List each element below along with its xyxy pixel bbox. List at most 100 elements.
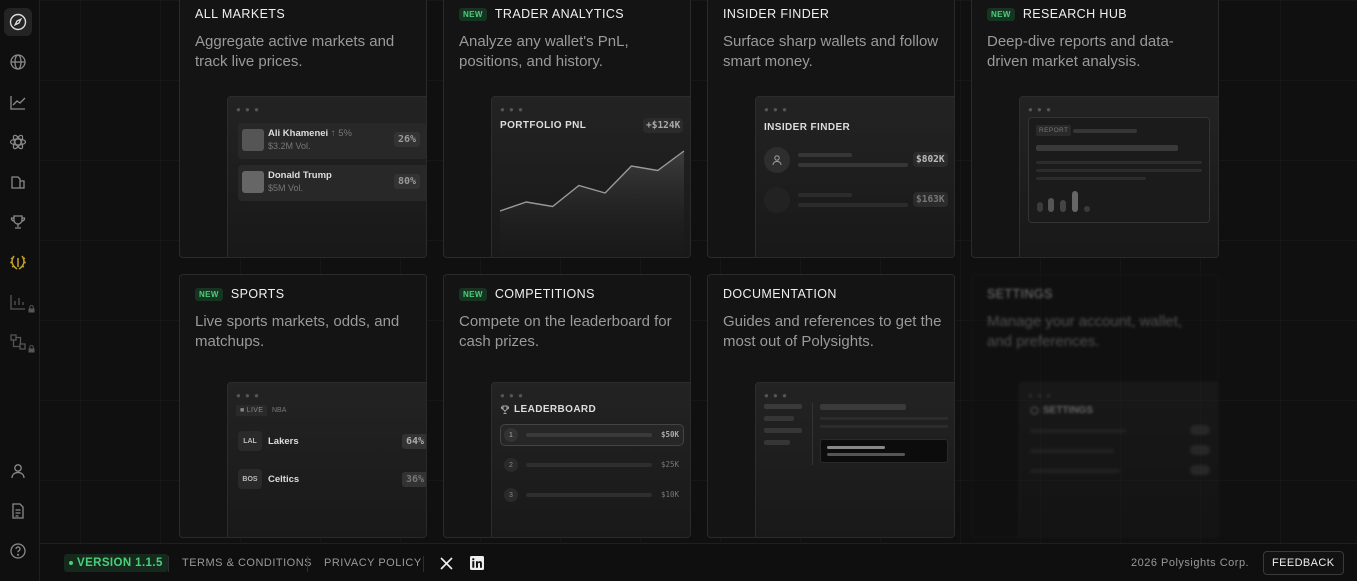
- insider-preview: ● ● ● INSIDER FINDER $802K $163K: [755, 96, 954, 257]
- mini-bar: [1072, 191, 1078, 212]
- version-text: VERSION 1.1.5: [77, 557, 163, 569]
- leaderboard-row: 3 $10K: [500, 484, 684, 506]
- code-line: [827, 446, 885, 449]
- placeholder-line: [526, 433, 652, 437]
- code-block: [820, 439, 948, 463]
- mini-bar: [1037, 202, 1043, 212]
- market-row: Ali Khamenei ↑ 5% $3.2M Vol. 26%: [238, 123, 426, 159]
- compass-icon[interactable]: [4, 8, 32, 36]
- placeholder-line: [820, 417, 948, 420]
- preview-title: PORTFOLIO PNL: [500, 120, 587, 131]
- linkedin-icon[interactable]: [470, 544, 484, 581]
- team-odds: 36%: [401, 472, 426, 487]
- placeholder-line: [820, 425, 948, 428]
- leaderboard-row: 2 $25K: [500, 454, 684, 476]
- mini-bar: [1048, 198, 1054, 212]
- card-research-hub[interactable]: NEW RESEARCH HUB Deep-dive reports and da…: [971, 0, 1219, 258]
- privacy-link[interactable]: PRIVACY POLICY: [324, 544, 422, 581]
- placeholder-line: [764, 440, 790, 445]
- team-abbr: BOS: [238, 469, 262, 489]
- globe-icon[interactable]: [4, 48, 32, 76]
- wallet-amount: $802K: [913, 152, 948, 167]
- atom-icon[interactable]: [4, 128, 32, 156]
- placeholder-line: [1073, 129, 1137, 133]
- laurel-icon[interactable]: [4, 248, 32, 276]
- new-badge: NEW: [459, 7, 487, 21]
- window-dots: ● ● ●: [764, 391, 788, 400]
- placeholder-line: [1030, 449, 1114, 453]
- league-label: NBA: [272, 407, 287, 414]
- card-title: ALL MARKETS: [195, 7, 286, 21]
- avatar: [242, 171, 264, 193]
- placeholder-line: [798, 153, 852, 157]
- divider: [168, 556, 169, 572]
- settings-preview: ● ● ● SETTINGS: [1019, 382, 1218, 537]
- bar-chart-icon[interactable]: [4, 288, 35, 316]
- placeholder-line: [820, 404, 906, 410]
- report-panel: REPORT: [1028, 117, 1210, 223]
- placeholder-line: [526, 463, 652, 467]
- card-title: INSIDER FINDER: [723, 7, 830, 21]
- prize-amount: $25K: [660, 460, 679, 469]
- card-documentation[interactable]: DOCUMENTATION Guides and references to g…: [707, 274, 955, 538]
- terms-link[interactable]: TERMS & CONDITIONS: [182, 544, 312, 581]
- market-volume: $3.2M Vol.: [268, 141, 311, 151]
- window-dots: ● ● ●: [764, 105, 788, 114]
- window-dots: ● ● ●: [1028, 391, 1052, 400]
- placeholder-line: [1030, 469, 1120, 473]
- card-title: COMPETITIONS: [494, 287, 595, 301]
- app: ALL MARKETS Aggregate active markets and…: [0, 0, 1357, 581]
- market-name: Ali Khamenei: [268, 128, 329, 139]
- prize-amount: $50K: [660, 430, 679, 439]
- market-percent: 80%: [393, 174, 420, 189]
- divider: [307, 556, 308, 572]
- trophy-icon[interactable]: [4, 208, 32, 236]
- market-name: Donald Trump: [268, 170, 332, 181]
- mini-bar: [1084, 206, 1090, 212]
- card-description: Live sports markets, odds, and matchups.: [195, 313, 400, 350]
- card-settings[interactable]: SETTINGS Manage your account, wallet, an…: [971, 274, 1219, 538]
- card-insider-finder[interactable]: INSIDER FINDER Surface sharp wallets and…: [707, 0, 955, 258]
- gear-icon: [1030, 406, 1039, 415]
- stack-icon[interactable]: [4, 168, 32, 196]
- card-description: Surface sharp wallets and follow smart m…: [723, 33, 939, 70]
- card-description: Guides and references to get the most ou…: [723, 313, 942, 350]
- feedback-button[interactable]: FEEDBACK: [1263, 551, 1344, 575]
- divider: [812, 403, 813, 465]
- card-description: Aggregate active markets and track live …: [195, 33, 395, 70]
- toggle-switch: [1190, 425, 1210, 435]
- help-icon[interactable]: [4, 537, 32, 565]
- placeholder-line: [798, 203, 908, 207]
- network-icon[interactable]: [4, 328, 35, 356]
- rank-number: 2: [504, 458, 518, 472]
- code-line: [827, 453, 905, 456]
- card-description: Manage your account, wallet, and prefere…: [987, 313, 1183, 350]
- new-badge: NEW: [195, 287, 223, 301]
- team-name: Lakers: [268, 436, 299, 447]
- chart-icon[interactable]: [4, 88, 32, 116]
- card-all-markets[interactable]: ALL MARKETS Aggregate active markets and…: [179, 0, 427, 258]
- user-icon[interactable]: [4, 457, 32, 485]
- team-abbr: LAL: [238, 431, 262, 451]
- prize-amount: $10K: [660, 490, 679, 499]
- card-competitions[interactable]: NEW COMPETITIONS Compete on the leaderboa…: [443, 274, 691, 538]
- card-trader-analytics[interactable]: NEW TRADER ANALYTICS Analyze any wallet's…: [443, 0, 691, 258]
- placeholder-line: [1036, 169, 1202, 172]
- preview-title: LEADERBOARD: [514, 404, 597, 415]
- document-icon[interactable]: [4, 497, 32, 525]
- mini-bar: [1060, 200, 1066, 212]
- copyright: 2026 Polysights Corp.: [1131, 557, 1250, 569]
- pnl-area: [500, 151, 684, 257]
- toggle-switch: [1190, 465, 1210, 475]
- leaderboard-preview: ● ● ● LEADERBOARD 1 $50K 2 $25K 3 $10K: [491, 382, 690, 537]
- card-title: SPORTS: [230, 287, 285, 301]
- x-icon[interactable]: [440, 544, 453, 581]
- preview-title: SETTINGS: [1043, 405, 1094, 416]
- leaderboard-row: 1 $50K: [500, 424, 684, 446]
- wallet-amount: $163K: [913, 192, 948, 207]
- status-dot: [69, 561, 73, 565]
- new-badge: NEW: [987, 7, 1015, 21]
- card-sports[interactable]: NEW SPORTS Live sports markets, odds, and…: [179, 274, 427, 538]
- card-description: Analyze any wallet's PnL, positions, and…: [459, 33, 629, 70]
- placeholder-line: [764, 428, 802, 433]
